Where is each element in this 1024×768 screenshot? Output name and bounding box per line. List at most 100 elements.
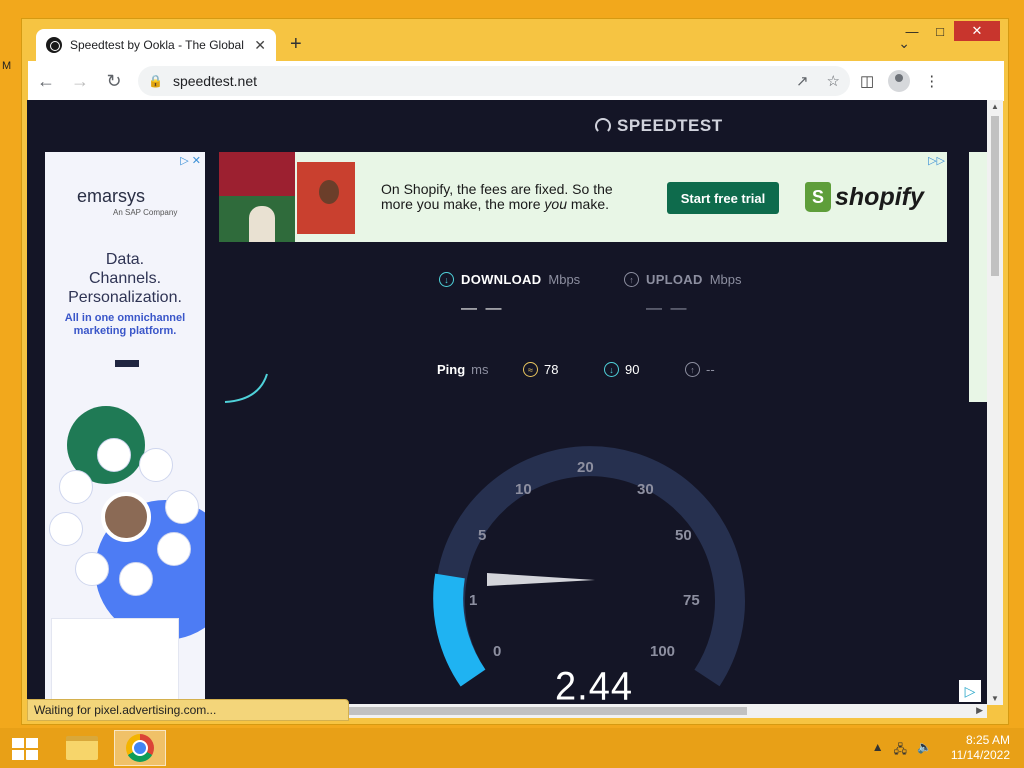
person-photo xyxy=(101,492,151,542)
profile-avatar-icon[interactable] xyxy=(888,70,911,92)
emarsys-sub: An SAP Company xyxy=(113,208,178,217)
tab-title: Speedtest by Ookla - The Global xyxy=(70,38,244,52)
ad-cta-button[interactable] xyxy=(115,360,139,367)
taskbar: ▲ 🖧 🔈 8:25 AM 11/14/2022 xyxy=(0,728,1024,768)
network-icon[interactable]: 🖧 xyxy=(894,740,907,761)
subline-line-1: All in one omnichannel xyxy=(64,312,186,324)
menu-kebab-icon[interactable]: ⋮ xyxy=(924,72,939,90)
ad-subline: All in one omnichannel marketing platfor… xyxy=(45,312,205,338)
gauge-label-75: 75 xyxy=(683,592,700,609)
scroll-thumb[interactable] xyxy=(991,116,999,276)
speedtest-logo[interactable]: SPEEDTEST xyxy=(595,116,723,136)
right-ad-partial[interactable] xyxy=(969,152,987,402)
new-tab-icon[interactable]: + xyxy=(290,33,302,56)
tab-speedtest[interactable]: Speedtest by Ookla - The Global ✕ xyxy=(36,29,276,61)
headline-line-1: Data. xyxy=(105,251,145,268)
gauge-label-10: 10 xyxy=(515,481,532,498)
emarsys-ad[interactable]: ▷ ✕ emarsys An SAP Company Data. Channel… xyxy=(45,152,205,705)
download-value: — — xyxy=(461,300,504,317)
upload-label: UPLOAD xyxy=(646,272,703,287)
ad-copy-part: more you make, the more xyxy=(381,196,545,212)
ping-label: Ping xyxy=(437,362,466,377)
clock[interactable]: 8:25 AM 11/14/2022 xyxy=(951,733,1010,763)
download-label: DOWNLOAD xyxy=(461,272,542,287)
ping-download: ↓ 90 xyxy=(604,362,639,377)
ad-copy: On Shopify, the fees are fixed. So the m… xyxy=(381,182,651,212)
gauge-label-1: 1 xyxy=(469,592,478,609)
forward-icon[interactable]: → xyxy=(64,65,96,97)
headset-icon xyxy=(119,562,153,596)
lock-icon[interactable]: 🔒 xyxy=(148,74,163,88)
scroll-right-icon[interactable]: ▶ xyxy=(976,705,983,716)
ad-choices-icon[interactable]: ▷ ✕ xyxy=(180,154,201,167)
subline-line-2: marketing platform. xyxy=(73,325,177,337)
reload-icon[interactable]: ↻ xyxy=(98,65,130,97)
web-page-icon xyxy=(157,532,191,566)
speedtest-logo-icon xyxy=(595,118,611,134)
mobile-icon xyxy=(49,512,83,546)
ping-idle-value: 78 xyxy=(544,362,559,377)
ping-idle: ≈ 78 xyxy=(523,362,558,377)
gauge-label-20: 20 xyxy=(577,459,594,476)
speedtest-favicon-icon xyxy=(46,37,62,53)
ping-upload-value: -- xyxy=(706,362,715,377)
shopify-bag-icon: S xyxy=(805,182,831,212)
shopify-logo: S shopify xyxy=(805,182,924,212)
clock-time: 8:25 AM xyxy=(965,733,1010,747)
volume-icon[interactable]: 🔈 xyxy=(917,740,932,761)
ping-row: Ping ms xyxy=(437,362,489,377)
gauge-label-0: 0 xyxy=(493,643,502,660)
ad-copy-line-2: more you make, the more you make. xyxy=(381,197,651,212)
back-icon[interactable]: ← xyxy=(30,65,62,97)
tab-strip: Speedtest by Ookla - The Global ✕ + ⌄ xyxy=(28,29,1004,61)
folder-icon xyxy=(66,736,98,760)
ad-choices-icon[interactable]: ▷ xyxy=(959,680,981,702)
store-icon xyxy=(59,470,93,504)
chrome-icon xyxy=(126,734,154,762)
hscroll-thumb[interactable] xyxy=(347,707,747,715)
tab-close-icon[interactable]: ✕ xyxy=(254,37,266,54)
upload-value: — — xyxy=(646,300,689,317)
system-tray: ▲ 🖧 🔈 xyxy=(872,740,932,761)
ad-copy-emphasis: you xyxy=(544,196,567,212)
tab-search-chevron-icon[interactable]: ⌄ xyxy=(898,35,910,52)
ad-choices-icon[interactable]: ▷▷ xyxy=(928,154,945,167)
scroll-down-icon[interactable]: ▼ xyxy=(991,694,999,703)
address-bar[interactable]: 🔒 speedtest.net ↗ ☆ xyxy=(138,66,850,96)
scroll-up-icon[interactable]: ▲ xyxy=(991,102,999,111)
gauge-label-100: 100 xyxy=(650,643,676,660)
document-icon xyxy=(165,490,199,524)
shopify-ad[interactable]: On Shopify, the fees are fixed. So the m… xyxy=(219,152,947,242)
page-viewport: SPEEDTEST ▷ ✕ emarsys An SAP Company Dat… xyxy=(27,100,987,705)
ad-copy-line-1: On Shopify, the fees are fixed. So the xyxy=(381,181,613,197)
ad-copy-part: make. xyxy=(566,196,609,212)
start-free-trial-button[interactable]: Start free trial xyxy=(667,182,779,214)
vertical-scrollbar[interactable]: ▲ ▼ xyxy=(987,100,1003,705)
loading-arc xyxy=(224,373,268,403)
download-arrow-icon: ↓ xyxy=(439,272,454,287)
browser-window-icon xyxy=(139,448,173,482)
windows-start-icon[interactable] xyxy=(12,738,38,760)
upload-latency-icon: ↑ xyxy=(685,362,700,377)
clock-date: 11/14/2022 xyxy=(950,748,1010,762)
download-latency-icon: ↓ xyxy=(604,362,619,377)
download-unit: Mbps xyxy=(548,272,581,287)
shopify-wordmark: shopify xyxy=(835,182,924,211)
file-explorer-taskbar-button[interactable] xyxy=(56,730,108,766)
bookmark-star-icon[interactable]: ☆ xyxy=(827,72,840,90)
ping-upload: ↑ -- xyxy=(685,362,715,377)
side-panel-icon[interactable]: ◫ xyxy=(860,72,874,90)
tray-expand-icon[interactable]: ▲ xyxy=(872,740,884,761)
emarsys-logo: emarsys xyxy=(77,186,146,206)
status-bar: Waiting for pixel.advertising.com... xyxy=(27,699,349,721)
share-icon[interactable]: ↗ xyxy=(796,72,809,90)
headline-line-3: Personalization. xyxy=(68,289,182,306)
ad-dashboard-preview xyxy=(51,618,179,702)
chrome-taskbar-button[interactable] xyxy=(114,730,166,766)
url-text[interactable]: speedtest.net xyxy=(173,73,257,89)
ad-photo-collage xyxy=(219,152,355,242)
upload-unit: Mbps xyxy=(709,272,742,287)
desktop-icon-label: M xyxy=(2,60,12,72)
gauge-needle xyxy=(487,573,595,586)
email-icon xyxy=(97,438,131,472)
